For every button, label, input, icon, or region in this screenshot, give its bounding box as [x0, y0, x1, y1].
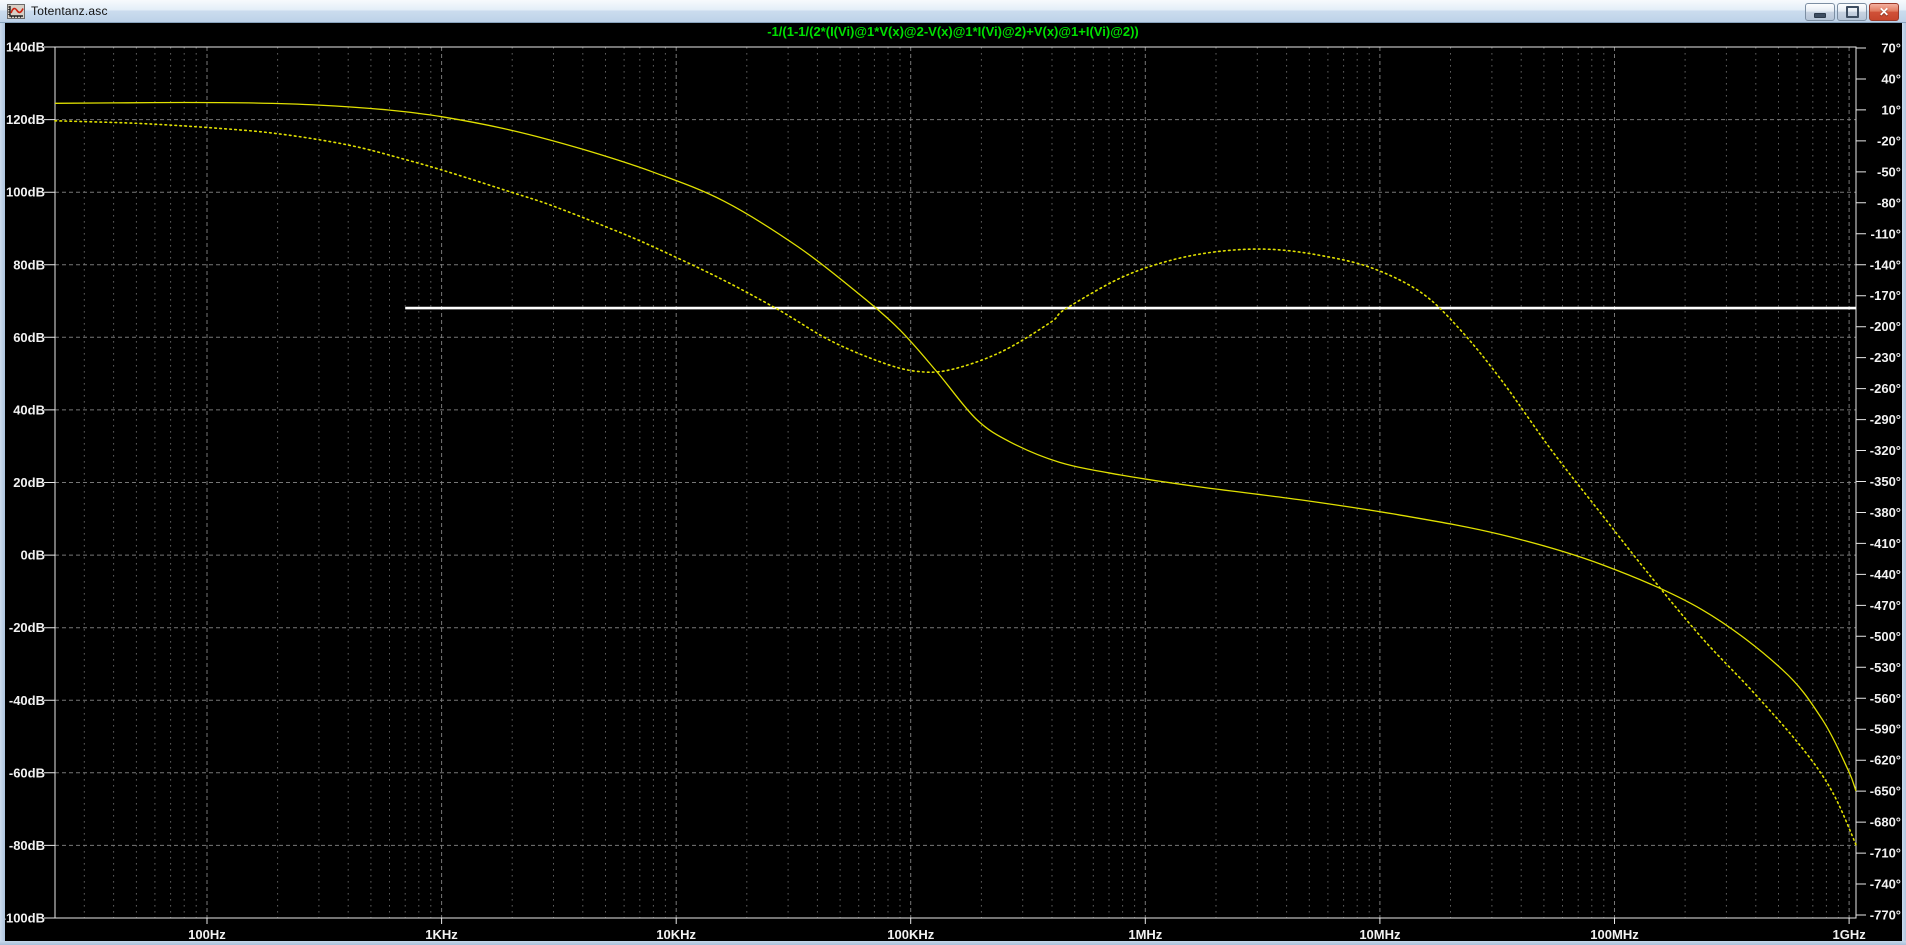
y-right-tick-label: -110° — [1870, 226, 1901, 241]
waveform-pane[interactable]: 140dB 120dB 100dB 80dB 60dB 40dB 20dB 0dB -20dB -… — [0, 0, 1906, 945]
plot-background — [0, 0, 1906, 945]
window-border-bottom — [0, 941, 1906, 945]
close-button[interactable]: ✕ — [1869, 3, 1899, 21]
x-tick-label: 100Hz — [188, 927, 226, 942]
y-right-tick-label: -710° — [1870, 846, 1901, 861]
x-tick-label: 1MHz — [1128, 927, 1162, 942]
titlebar: Totentanz.asc ✕ — [0, 0, 1906, 23]
y-right-tick-label: -50° — [1877, 164, 1901, 179]
minimize-icon — [1814, 12, 1826, 18]
maximize-button[interactable] — [1837, 3, 1867, 21]
window-controls: ✕ — [1805, 3, 1899, 21]
y-left-tick-label: -40dB — [9, 693, 45, 708]
y-left-tick-label: 80dB — [13, 257, 45, 272]
x-tick-label: 10MHz — [1359, 927, 1401, 942]
x-tick-label: 1KHz — [425, 927, 458, 942]
y-left-tick-label: -20dB — [9, 620, 45, 635]
y-right-tick-label: -80° — [1877, 195, 1901, 210]
x-tick-label: 1GHz — [1832, 927, 1866, 942]
y-left-tick-label: 60dB — [13, 330, 45, 345]
trace-title[interactable]: -1/(1-1/(2*(I(Vi)@1*V(x)@2-V(x)@1*I(Vi)@… — [0, 24, 1906, 39]
window-border-left — [0, 23, 5, 945]
y-right-tick-label: 40° — [1881, 71, 1901, 86]
y-right-tick-label: -20° — [1877, 133, 1901, 148]
y-left-tick-label: -100dB — [2, 911, 45, 926]
y-right-tick-label: -260° — [1870, 381, 1901, 396]
x-tick-label: 100KHz — [887, 927, 934, 942]
y-right-tick-label: -320° — [1870, 443, 1901, 458]
y-right-tick-label: -530° — [1870, 660, 1901, 675]
y-right-tick-label: -440° — [1870, 567, 1901, 582]
y-right-tick-label: -740° — [1870, 877, 1901, 892]
y-left-tick-label: -80dB — [9, 838, 45, 853]
y-right-tick-label: -380° — [1870, 505, 1901, 520]
ltspice-waveform-window: 140dB 120dB 100dB 80dB 60dB 40dB 20dB 0dB -20dB -… — [0, 0, 1906, 945]
y-right-tick-label: -290° — [1870, 412, 1901, 427]
y-right-tick-label: 10° — [1881, 102, 1901, 117]
y-right-tick-label: -620° — [1870, 753, 1901, 768]
y-right-tick-label: -140° — [1870, 257, 1901, 272]
y-right-tick-label: -470° — [1870, 598, 1901, 613]
y-right-tick-label: -770° — [1870, 908, 1901, 923]
y-left-tick-label: 20dB — [13, 475, 45, 490]
y-left-tick-label: -60dB — [9, 765, 45, 780]
window-border-right — [1902, 23, 1906, 945]
x-tick-label: 10KHz — [656, 927, 696, 942]
window-title: Totentanz.asc — [31, 4, 108, 18]
y-left-tick-label: 140dB — [6, 40, 45, 55]
y-right-tick-label: -410° — [1870, 536, 1901, 551]
minimize-button[interactable] — [1805, 3, 1835, 21]
x-tick-label: 100MHz — [1590, 927, 1639, 942]
y-right-tick-label: 70° — [1881, 41, 1901, 56]
y-right-tick-label: -500° — [1870, 629, 1901, 644]
y-right-tick-label: -170° — [1870, 288, 1901, 303]
y-right-tick-label: -200° — [1870, 319, 1901, 334]
y-right-tick-label: -680° — [1870, 815, 1901, 830]
y-right-tick-label: -650° — [1870, 784, 1901, 799]
y-left-tick-label: 100dB — [6, 185, 45, 200]
y-right-tick-label: -350° — [1870, 474, 1901, 489]
y-left-tick-label: 0dB — [20, 548, 45, 563]
y-left-tick-label: 40dB — [13, 402, 45, 417]
app-icon — [7, 3, 25, 19]
close-icon: ✕ — [1878, 5, 1890, 19]
y-left-tick-label: 120dB — [6, 112, 45, 127]
restore-icon — [1845, 6, 1859, 18]
y-right-tick-label: -590° — [1870, 722, 1901, 737]
y-right-tick-label: -560° — [1870, 691, 1901, 706]
y-right-tick-label: -230° — [1870, 350, 1901, 365]
